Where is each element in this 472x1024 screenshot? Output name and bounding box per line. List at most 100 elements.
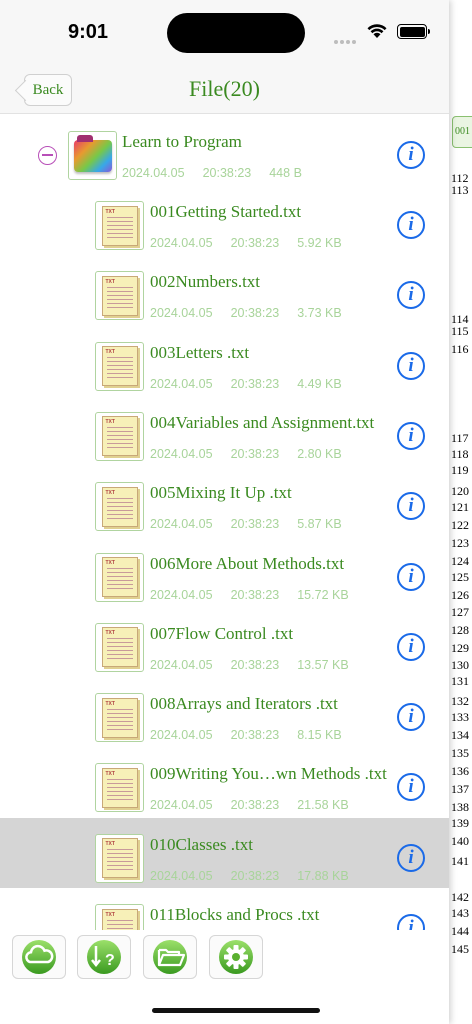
file-name: 002Numbers.txt xyxy=(150,272,261,292)
folder-row[interactable]: Learn to Program 2024.04.05 20:38:23 448 B… xyxy=(0,115,449,185)
background-tab[interactable]: 001 xyxy=(452,116,472,148)
file-date: 2024.04.05 xyxy=(150,798,213,813)
file-list[interactable]: Learn to Program 2024.04.05 20:38:23 448 B… xyxy=(0,115,449,930)
file-meta: 2024.04.05 20:38:23 5.87 KB xyxy=(150,517,360,531)
background-line-number: 134 xyxy=(451,728,469,742)
info-icon[interactable]: i xyxy=(397,703,425,732)
file-row[interactable]: TXT 003Letters .txt 2024.04.05 20:38:23 4.49… xyxy=(0,326,449,396)
text-file-icon: TXT xyxy=(101,838,138,879)
background-line-number: 126 xyxy=(451,588,469,602)
file-row[interactable]: TXT 006More About Methods.txt 2024.04.05 20… xyxy=(0,537,449,607)
text-file-icon: TXT xyxy=(101,697,138,738)
file-size: 2.80 KB xyxy=(297,446,342,461)
home-indicator[interactable] xyxy=(152,1008,320,1013)
cloud-button[interactable] xyxy=(12,935,66,979)
info-icon[interactable]: i xyxy=(397,492,425,521)
settings-button[interactable] xyxy=(209,935,263,979)
file-name: 008Arrays and Iterators .txt xyxy=(150,694,338,714)
page-title: File(20) xyxy=(189,76,260,101)
file-size: 15.72 KB xyxy=(297,587,349,602)
background-line-number: 127 xyxy=(451,605,469,619)
file-date: 2024.04.05 xyxy=(150,657,213,672)
file-thumbnail: TXT xyxy=(95,411,144,461)
wifi-icon xyxy=(367,24,387,38)
file-row[interactable]: TXT 004Variables and Assignment.txt 2024.0… xyxy=(0,396,449,466)
file-thumbnail: TXT xyxy=(95,341,144,391)
info-icon[interactable]: i xyxy=(397,351,425,380)
folder-date: 2024.04.05 xyxy=(122,166,185,180)
battery-icon xyxy=(397,24,430,39)
background-line-number: 119 xyxy=(451,463,469,477)
info-icon[interactable]: i xyxy=(397,281,425,310)
file-row[interactable]: TXT 010Classes .txt 2024.04.05 20:38:23 17.8… xyxy=(0,817,449,888)
cloud-icon xyxy=(22,940,56,974)
file-meta: 2024.04.05 20:38:23 5.92 KB xyxy=(150,236,360,250)
background-line-number: 122 xyxy=(451,518,469,532)
file-row[interactable]: TXT 001Getting Started.txt 2024.04.05 20:38… xyxy=(0,185,449,255)
file-time: 20:38:23 xyxy=(230,306,280,321)
background-line-number: 128 xyxy=(451,623,469,637)
info-icon[interactable]: i xyxy=(397,843,425,872)
file-thumbnail: TXT xyxy=(95,833,144,883)
file-meta: 2024.04.05 20:38:23 8.15 KB xyxy=(150,728,360,742)
status-bar: 9:01 xyxy=(0,0,449,64)
file-date: 2024.04.05 xyxy=(150,446,213,461)
file-row[interactable]: TXT 002Numbers.txt 2024.04.05 20:38:23 3.73 … xyxy=(0,255,449,325)
help-sort-button[interactable]: ? xyxy=(77,935,131,979)
collapse-icon[interactable] xyxy=(38,146,57,165)
status-time: 9:01 xyxy=(68,21,109,43)
file-thumbnail: TXT xyxy=(95,271,144,321)
file-date: 2024.04.05 xyxy=(150,587,213,602)
background-line-number: 140 xyxy=(451,834,469,848)
file-meta: 2024.04.05 20:38:23 15.72 KB xyxy=(150,588,367,602)
folder-thumbnail xyxy=(68,131,117,180)
background-line-number: 142 xyxy=(451,890,469,904)
text-file-icon: TXT xyxy=(101,416,138,457)
info-icon[interactable]: i xyxy=(397,211,425,239)
background-line-number: 130 xyxy=(451,658,469,672)
navigation-bar: Back File(20) xyxy=(0,64,449,114)
file-name: 004Variables and Assignment.txt xyxy=(150,412,375,432)
file-time: 20:38:23 xyxy=(230,376,280,391)
file-row[interactable]: TXT 009Writing You…wn Methods .txt 2024.04… xyxy=(0,747,449,817)
file-size: 17.88 KB xyxy=(297,868,349,883)
text-file-icon: TXT xyxy=(101,627,138,668)
text-file-icon: TXT xyxy=(101,346,138,387)
text-file-icon: TXT xyxy=(101,557,138,597)
folder-open-button[interactable] xyxy=(143,935,197,979)
file-date: 2024.04.05 xyxy=(150,728,213,743)
background-line-number: 136 xyxy=(451,764,469,778)
background-line-number: 120 xyxy=(451,484,469,498)
folder-open-icon xyxy=(153,940,187,974)
background-line-number: 138 xyxy=(451,800,469,814)
file-row[interactable]: TXT 011Blocks and Procs .txt i xyxy=(0,888,449,930)
background-line-number: 115 xyxy=(451,324,469,338)
file-row[interactable]: TXT 007Flow Control .txt 2024.04.05 20:38:2… xyxy=(0,607,449,677)
info-icon[interactable]: i xyxy=(397,141,425,169)
folder-meta: 2024.04.05 20:38:23 448 B xyxy=(122,166,320,180)
file-thumbnail: TXT xyxy=(95,622,144,672)
background-line-number: 135 xyxy=(451,746,469,760)
file-size: 3.73 KB xyxy=(297,306,342,321)
file-meta: 2024.04.05 20:38:23 3.73 KB xyxy=(150,306,360,320)
svg-text:?: ? xyxy=(105,952,115,969)
background-line-number: 118 xyxy=(451,447,469,461)
file-row[interactable]: TXT 005Mixing It Up .txt 2024.04.05 20:38:2… xyxy=(0,466,449,536)
file-time: 20:38:23 xyxy=(230,728,280,743)
file-time: 20:38:23 xyxy=(230,236,280,250)
help-sort-icon: ? xyxy=(87,940,121,974)
folder-size: 448 B xyxy=(269,166,302,180)
file-row[interactable]: TXT 008Arrays and Iterators .txt 2024.04.0… xyxy=(0,677,449,747)
background-line-number: 132 xyxy=(451,694,469,708)
file-time: 20:38:23 xyxy=(230,798,280,813)
info-icon[interactable]: i xyxy=(397,421,425,450)
info-icon[interactable]: i xyxy=(397,914,425,930)
info-icon[interactable]: i xyxy=(397,632,425,661)
file-meta: 2024.04.05 20:38:23 17.88 KB xyxy=(150,869,367,883)
info-icon[interactable]: i xyxy=(397,773,425,802)
info-icon[interactable]: i xyxy=(397,562,425,591)
file-thumbnail: TXT xyxy=(95,552,144,602)
text-file-icon: TXT xyxy=(101,767,138,808)
file-size: 13.57 KB xyxy=(297,657,349,672)
file-meta: 2024.04.05 20:38:23 13.57 KB xyxy=(150,658,367,672)
